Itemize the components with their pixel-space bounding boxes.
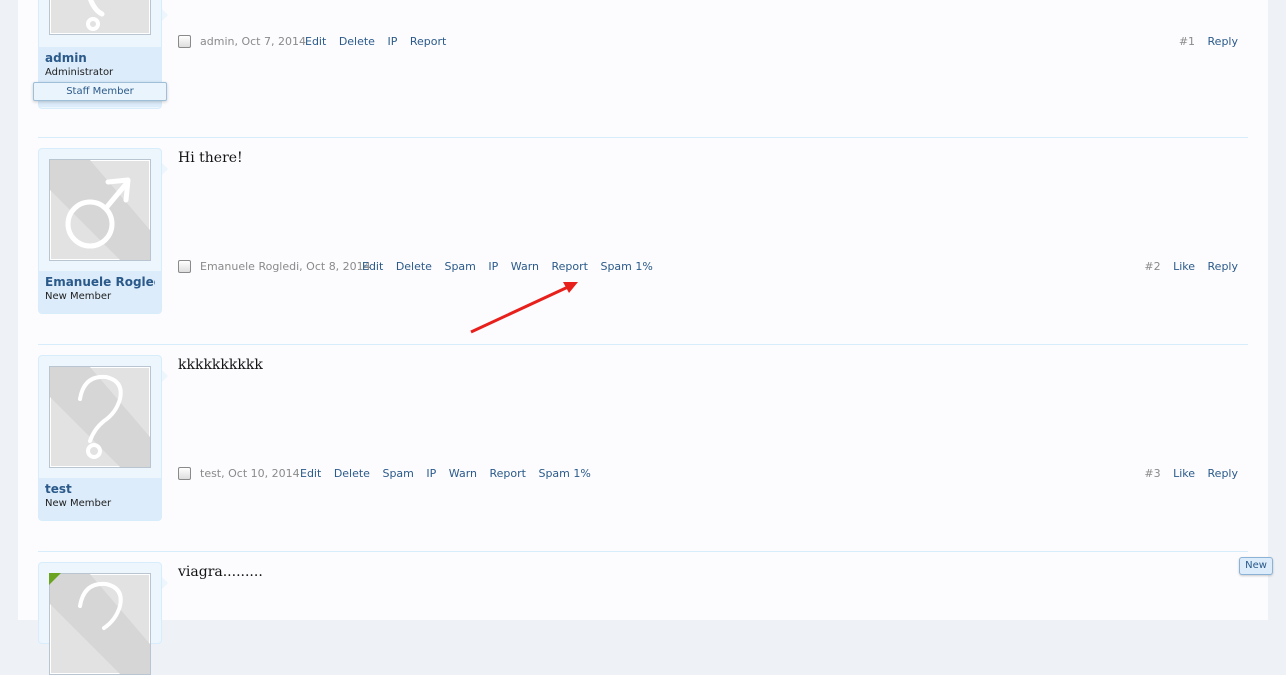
ip-link[interactable]: IP [426, 467, 436, 480]
avatar[interactable] [49, 573, 151, 675]
question-mark-icon [86, 0, 105, 31]
post-number[interactable]: #1 [1179, 35, 1195, 48]
select-post-checkbox[interactable] [178, 35, 191, 48]
spam-link[interactable]: Spam [382, 467, 413, 480]
report-link[interactable]: Report [552, 260, 588, 273]
post-author-date: test, Oct 10, 2014 [200, 466, 300, 482]
user-card: admin Administrator Staff Member [33, 0, 168, 109]
user-info: Emanuele Rogledi New Member [39, 271, 161, 313]
select-post-checkbox[interactable] [178, 467, 191, 480]
post-number[interactable]: #2 [1144, 260, 1160, 273]
message-post-2: Emanuele Rogledi New Member Hi there! Em… [38, 138, 1248, 345]
reply-link[interactable]: Reply [1208, 467, 1238, 480]
spam-score-link[interactable]: Spam 1% [538, 467, 590, 480]
delete-link[interactable]: Delete [396, 260, 432, 273]
user-card: test New Member [38, 355, 168, 521]
message-meta: admin, Oct 7, 2014 Edit Delete IP Report… [178, 34, 1238, 50]
like-link[interactable]: Like [1173, 467, 1195, 480]
post-date[interactable]: Oct 10, 2014 [228, 467, 300, 480]
avatar[interactable] [49, 159, 151, 261]
post-date[interactable]: Oct 8, 2014 [306, 260, 371, 273]
spam-link[interactable]: Spam [444, 260, 475, 273]
message-post-1: admin Administrator Staff Member admin, … [33, 0, 1248, 138]
thread-page: admin Administrator Staff Member admin, … [18, 0, 1268, 675]
staff-member-badge: Staff Member [33, 82, 167, 101]
user-card: Emanuele Rogledi New Member [38, 148, 168, 314]
post-number[interactable]: #3 [1144, 467, 1160, 480]
new-posts-tab[interactable]: New [1239, 557, 1273, 575]
delete-link[interactable]: Delete [339, 35, 375, 48]
report-link[interactable]: Report [410, 35, 446, 48]
message-text: kkkkkkkkkk [178, 357, 263, 373]
post-controls: Edit Delete Spam IP Warn Report Spam 1% [300, 466, 600, 482]
message-post-4: viagra......... [38, 552, 1248, 675]
ip-link[interactable]: IP [387, 35, 397, 48]
reply-link[interactable]: Reply [1208, 260, 1238, 273]
message-text: viagra......... [178, 564, 263, 580]
message-meta: Emanuele Rogledi, Oct 8, 2014 Edit Delet… [178, 259, 1238, 275]
message-post-3: test New Member kkkkkkkkkk test, Oct 10,… [38, 345, 1248, 552]
edit-link[interactable]: Edit [300, 467, 321, 480]
post-right-controls: #2 Like Reply [1144, 259, 1238, 275]
username[interactable]: test [45, 482, 155, 496]
user-title: New Member [45, 291, 112, 302]
edit-link[interactable]: Edit [362, 260, 383, 273]
user-title: New Member [45, 498, 112, 509]
post-date[interactable]: Oct 7, 2014 [241, 35, 306, 48]
user-title: Administrator [45, 67, 114, 78]
message-meta: test, Oct 10, 2014 Edit Delete Spam IP W… [178, 466, 1238, 482]
edit-link[interactable]: Edit [305, 35, 326, 48]
male-symbol-icon [50, 160, 150, 260]
post-right-controls: #1 Reply [1179, 34, 1238, 50]
post-controls: Edit Delete IP Report [305, 34, 455, 50]
post-right-controls: #3 Like Reply [1144, 466, 1238, 482]
warn-link[interactable]: Warn [449, 467, 477, 480]
author-name[interactable]: Emanuele Rogledi, [200, 260, 303, 273]
avatar[interactable] [49, 0, 151, 35]
reply-link[interactable]: Reply [1208, 35, 1238, 48]
post-controls: Edit Delete Spam IP Warn Report Spam 1% [362, 259, 662, 275]
ip-link[interactable]: IP [488, 260, 498, 273]
post-author-date: admin, Oct 7, 2014 [200, 34, 306, 50]
spam-score-link[interactable]: Spam 1% [600, 260, 652, 273]
user-info: test New Member [39, 478, 161, 520]
select-post-checkbox[interactable] [178, 260, 191, 273]
question-mark-icon [50, 367, 150, 467]
username[interactable]: Emanuele Rogledi [45, 275, 155, 289]
author-name[interactable]: admin, [200, 35, 238, 48]
report-link[interactable]: Report [490, 467, 526, 480]
warn-link[interactable]: Warn [511, 260, 539, 273]
question-mark-icon [50, 574, 150, 674]
like-link[interactable]: Like [1173, 260, 1195, 273]
online-indicator [49, 573, 61, 585]
message-text: Hi there! [178, 150, 243, 166]
post-author-date: Emanuele Rogledi, Oct 8, 2014 [200, 259, 371, 275]
avatar[interactable] [49, 366, 151, 468]
user-card [38, 562, 168, 675]
username[interactable]: admin [45, 51, 155, 65]
author-name[interactable]: test, [200, 467, 225, 480]
delete-link[interactable]: Delete [334, 467, 370, 480]
